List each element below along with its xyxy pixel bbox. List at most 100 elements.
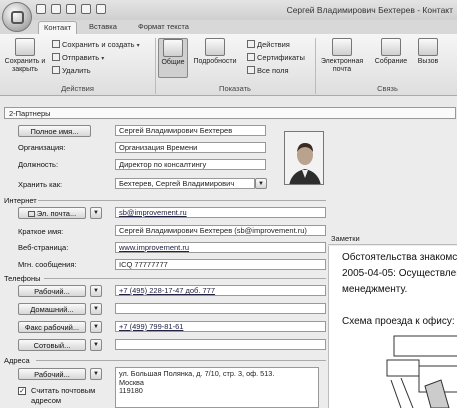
fax-business-field[interactable]: +7 (499) 799-81-61 (115, 321, 326, 332)
position-field[interactable]: Директор по консалтингу (115, 159, 266, 170)
mailing-address-checkbox[interactable]: ✓ (18, 387, 26, 395)
title-bar: Сергей Владимирович Бехтерев - Контакт (0, 0, 457, 20)
all-fields-label: Все поля (257, 66, 289, 75)
chevron-down-icon: ▼ (93, 210, 99, 216)
email-button[interactable]: Электронная почта (318, 38, 366, 74)
send-label: Отправить (62, 53, 100, 62)
chevron-down-icon: ▾ (101, 56, 105, 62)
file-as-dropdown[interactable]: ▼ (255, 178, 267, 189)
activities-button[interactable]: Действия (247, 39, 290, 50)
chevron-down-icon: ▼ (93, 342, 99, 348)
certificates-label: Сертификаты (257, 53, 305, 62)
quick-access-toolbar (36, 4, 106, 14)
window-title: Сергей Владимирович Бехтерев - Контакт (286, 5, 453, 15)
address-business-button[interactable]: Рабочий... (18, 368, 86, 380)
phone-mobile-field[interactable] (115, 339, 326, 350)
organization-field[interactable]: Организация Времени (115, 142, 266, 153)
contact-photo-image (285, 132, 323, 184)
im-field[interactable]: ICQ 77777777 (115, 259, 326, 270)
address-line-city: Москва (119, 377, 144, 387)
details-label: Подробности (193, 58, 237, 65)
email-field[interactable]: sb@improvement.ru (115, 207, 326, 218)
addresses-header: Адреса (4, 356, 30, 365)
note-line: менеджменту. (342, 284, 408, 295)
group-label-show: Показать (219, 84, 251, 93)
office-map-image (386, 335, 457, 408)
office-button[interactable] (2, 2, 32, 32)
send-button[interactable]: Отправить ▾ (52, 52, 104, 63)
down-arrow-icon[interactable] (96, 4, 106, 14)
save-create-label: Сохранить и создать (62, 40, 135, 49)
fax-business-button[interactable]: Факс рабочий... (18, 321, 86, 333)
all-fields-button[interactable]: Все поля (247, 65, 289, 76)
delete-button[interactable]: Удалить (52, 65, 91, 76)
phone-business-button[interactable]: Рабочий... (18, 285, 86, 297)
phone-icon (418, 38, 438, 56)
im-label: Мгн. сообщения: (18, 260, 77, 269)
full-name-field[interactable]: Сергей Владимирович Бехтерев (115, 125, 266, 136)
fax-business-dropdown[interactable]: ▼ (90, 321, 102, 333)
tab-format-text[interactable]: Формат текста (133, 21, 194, 34)
phone-mobile-dropdown[interactable]: ▼ (90, 339, 102, 351)
ribbon: Сохранить и закрыть Сохранить и создать … (0, 34, 457, 96)
phone-home-button[interactable]: Домашний... (18, 303, 86, 315)
address-type-dropdown[interactable]: ▼ (90, 368, 102, 380)
chevron-down-icon: ▾ (136, 43, 140, 49)
chevron-down-icon: ▼ (93, 306, 99, 312)
email-type-dropdown[interactable]: ▼ (90, 207, 102, 219)
details-view-icon (205, 38, 225, 56)
display-as-field[interactable]: Сергей Владимирович Бехтерев (sb@improve… (115, 225, 326, 236)
note-line: Схема проезда к офису: (342, 316, 455, 327)
full-name-button[interactable]: Полное имя... (18, 125, 91, 137)
ribbon-tabs: Контакт Вставка Формат текста (0, 20, 457, 34)
call-button[interactable]: Вызов (414, 38, 442, 66)
email-icon (332, 38, 352, 56)
undo-icon[interactable] (51, 4, 61, 14)
email-address-button[interactable]: Эл. почта... (18, 207, 86, 219)
redo-icon[interactable] (66, 4, 76, 14)
tab-contact[interactable]: Контакт (38, 21, 78, 34)
address-field[interactable]: ул. Большая Полянка, д. 7/10, стр. 3, оф… (115, 367, 319, 408)
group-label-communicate: Связь (377, 84, 398, 93)
phone-business-field[interactable]: +7 (495) 228-17-47 доб. 777 (115, 285, 326, 296)
email-label: Электронная почта (320, 58, 364, 73)
phone-home-field[interactable] (115, 303, 326, 314)
contact-photo[interactable] (284, 131, 324, 185)
up-arrow-icon[interactable] (81, 4, 91, 14)
group-separator (315, 38, 316, 94)
meeting-button[interactable]: Собрание (372, 38, 410, 66)
certificates-button[interactable]: Сертификаты (247, 52, 305, 63)
delete-icon (52, 66, 60, 74)
meeting-label: Собрание (374, 58, 408, 65)
phone-business-dropdown[interactable]: ▼ (90, 285, 102, 297)
all-fields-icon (247, 66, 255, 74)
notes-area[interactable]: Обстоятельства знакомст 2005-04-05: Осущ… (328, 246, 457, 408)
general-view-button[interactable]: Общие (158, 38, 188, 78)
section-header: 2-Партнеры (4, 107, 456, 119)
save-close-button[interactable]: Сохранить и закрыть (3, 38, 47, 74)
office-logo-icon (11, 11, 24, 24)
file-as-label: Хранить как: (18, 180, 63, 189)
phone-mobile-button[interactable]: Сотовый... (18, 339, 86, 351)
tab-insert[interactable]: Вставка (84, 21, 122, 34)
note-line: 2005-04-05: Осуществлен (342, 268, 457, 279)
details-view-button[interactable]: Подробности (190, 38, 240, 66)
chevron-down-icon: ▼ (93, 288, 99, 294)
activities-label: Действия (257, 40, 290, 49)
web-page-field[interactable]: www.improvement.ru (115, 242, 326, 253)
web-page-label: Веб-страница: (18, 243, 69, 252)
phone-home-dropdown[interactable]: ▼ (90, 303, 102, 315)
internet-header: Интернет (4, 196, 37, 205)
position-label: Должность: (18, 160, 59, 169)
check-icon: ✓ (19, 388, 25, 395)
save-icon[interactable] (36, 4, 46, 14)
general-label: Общие (161, 59, 185, 66)
delete-label: Удалить (62, 66, 91, 75)
save-create-button[interactable]: Сохранить и создать ▾ (52, 39, 140, 50)
file-as-select[interactable]: Бехтерев, Сергей Владимирович (115, 178, 255, 189)
email-button-label: Эл. почта... (36, 209, 77, 218)
envelope-icon (27, 211, 35, 217)
certificates-icon (247, 53, 255, 61)
address-line-zip: 119180 (119, 386, 143, 395)
address-line-street: ул. Большая Полянка, д. 7/10, стр. 3, оф… (119, 369, 275, 378)
